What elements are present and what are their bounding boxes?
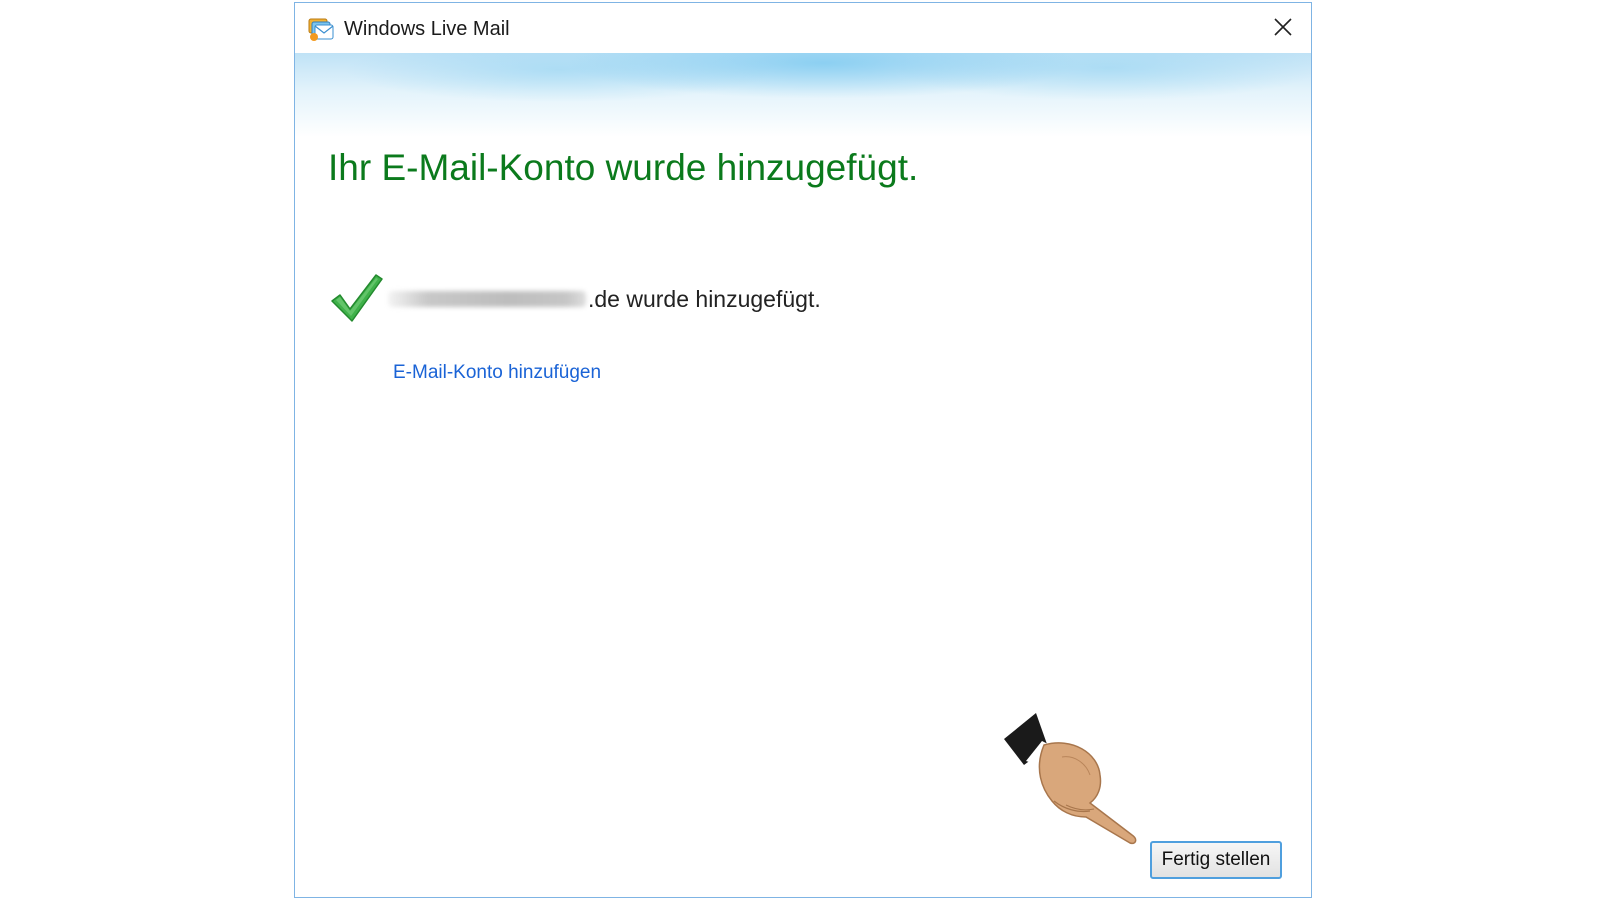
close-icon (1273, 17, 1293, 42)
account-added-status: .de wurde hinzugefügt. (588, 286, 821, 312)
page-heading: Ihr E-Mail-Konto wurde hinzugefügt. (328, 147, 919, 188)
account-status-row: .de wurde hinzugefügt. (328, 271, 1028, 327)
pointing-hand-icon (1002, 705, 1162, 855)
green-check-icon (328, 271, 384, 327)
windows-live-mail-icon (307, 15, 335, 43)
header-banner (295, 53, 1311, 137)
window-title: Windows Live Mail (344, 18, 510, 40)
redacted-email-address (388, 291, 586, 307)
add-email-account-link[interactable]: E-Mail-Konto hinzufügen (393, 361, 601, 385)
finish-button[interactable]: Fertig stellen (1150, 841, 1282, 879)
close-button[interactable] (1263, 9, 1303, 49)
title-bar[interactable]: Windows Live Mail (295, 3, 1311, 53)
